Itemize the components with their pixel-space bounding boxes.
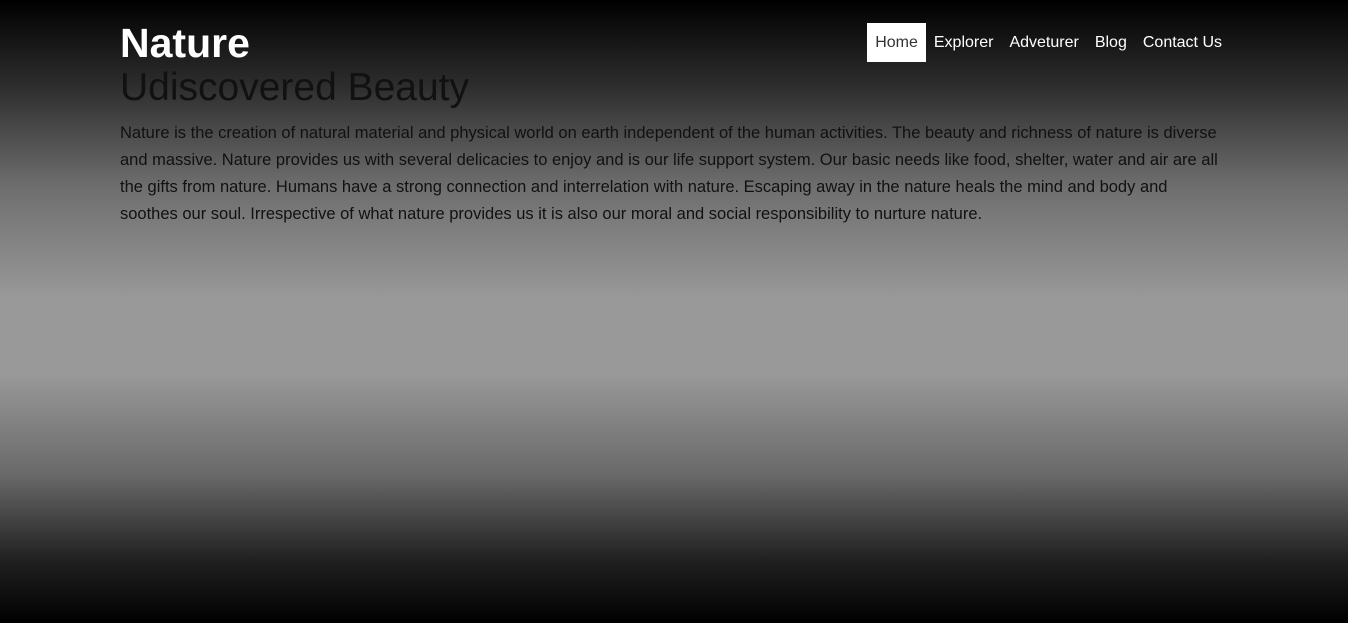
nav-item-contact-us[interactable]: Contact Us [1135, 23, 1230, 62]
site-title: Nature [120, 20, 250, 66]
nav-item-explorer[interactable]: Explorer [926, 23, 1002, 62]
page-subtitle: Udiscovered Beauty [120, 66, 470, 109]
main-nav: Home Explorer Adveturer Blog Contact Us [867, 23, 1230, 62]
intro-paragraph: Nature is the creation of natural materi… [120, 124, 1218, 223]
nav-item-home[interactable]: Home [867, 23, 926, 62]
nav-item-adveturer[interactable]: Adveturer [1001, 23, 1086, 62]
nav-item-blog[interactable]: Blog [1087, 23, 1135, 62]
